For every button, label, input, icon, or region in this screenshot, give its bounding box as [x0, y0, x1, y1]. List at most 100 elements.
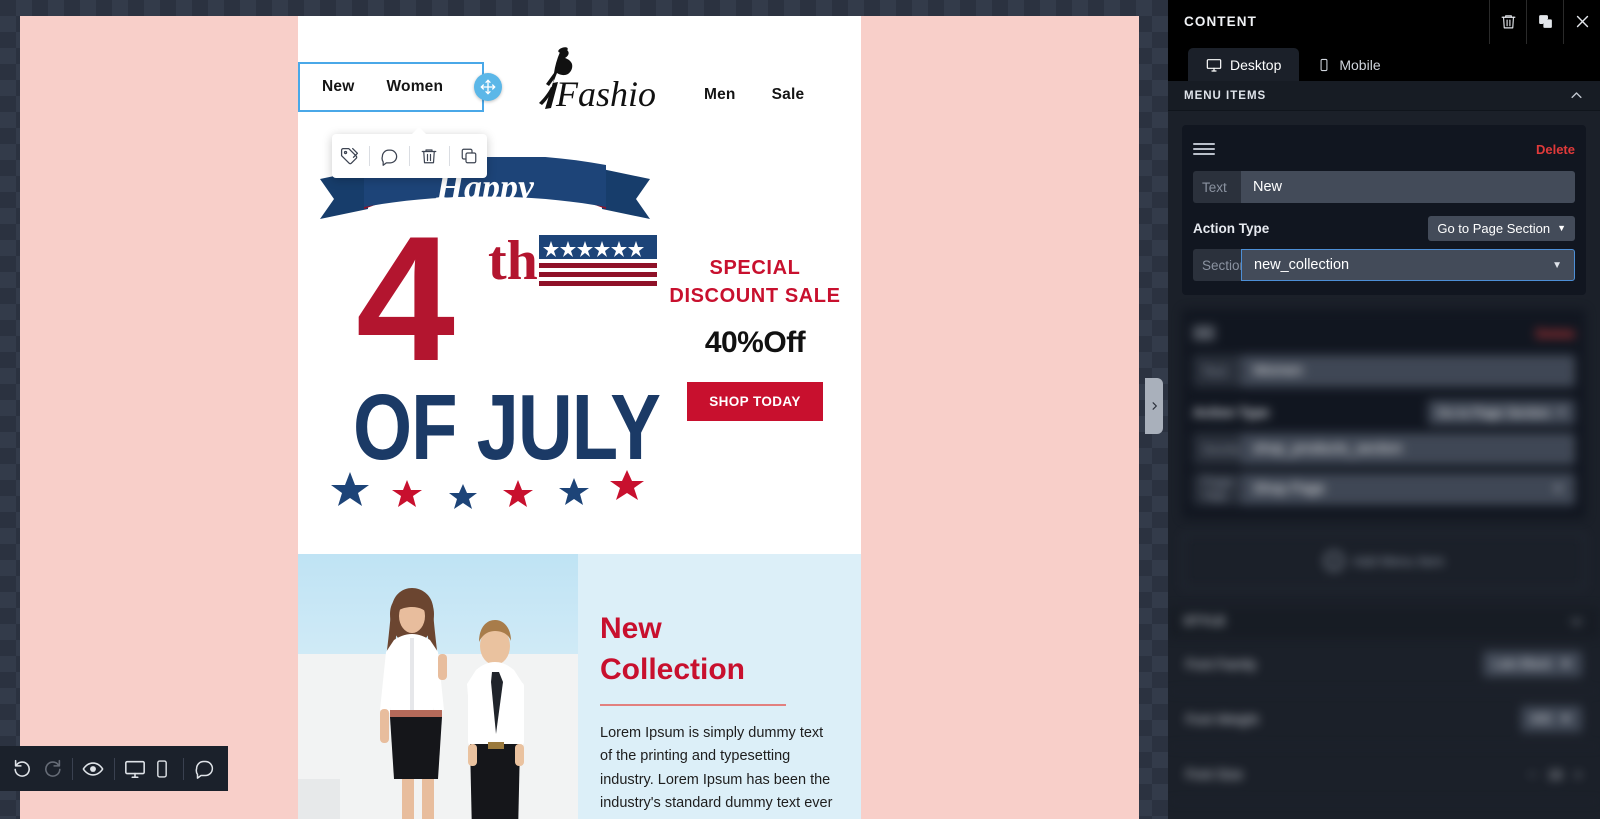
preview-eye-icon[interactable]: [81, 754, 104, 784]
collection-copy: New Collection Lorem Ipsum is simply dum…: [578, 554, 861, 819]
bottom-toolbar[interactable]: [0, 746, 228, 791]
font-family-dropdown[interactable]: Lato Black ▼: [1483, 651, 1582, 677]
mobile-icon: [1317, 58, 1331, 72]
us-flag-icon: [539, 235, 657, 290]
section-header-menu-items[interactable]: MENU ITEMS: [1168, 81, 1600, 111]
nav-link-women[interactable]: Women: [386, 78, 443, 96]
stars-decoration: [324, 470, 644, 510]
promo-block: SPECIAL DISCOUNT SALE 40%Off SHOP TODAY: [660, 257, 850, 421]
nav-right-group: Men Sale: [704, 86, 804, 104]
section-header-style[interactable]: STYLE: [1168, 607, 1600, 637]
tab-mobile[interactable]: Mobile: [1299, 48, 1398, 81]
nav-link-men[interactable]: Men: [704, 86, 736, 104]
duplicate-icon[interactable]: [453, 141, 485, 171]
comment-icon[interactable]: [193, 754, 216, 784]
panel-tabs[interactable]: Desktop Mobile: [1168, 44, 1600, 81]
shop-today-button[interactable]: SHOP TODAY: [687, 382, 823, 421]
menu-item-section-value: shop_products_section: [1253, 441, 1403, 457]
add-menu-item-button[interactable]: + Add Menu Item: [1182, 533, 1586, 589]
collection-body: Lorem Ipsum is simply dummy text of the …: [600, 725, 833, 819]
menu-item-page-title-select[interactable]: Shop Page ▼: [1241, 473, 1575, 505]
menu-item-section-select[interactable]: new_collection ▼: [1241, 249, 1575, 281]
collection-heading-line2: Collection: [600, 652, 746, 686]
promo-line-2: DISCOUNT SALE: [669, 285, 841, 307]
font-family-value: Lato Black: [1493, 657, 1552, 671]
panel-title: CONTENT: [1184, 14, 1257, 29]
delete-menu-item-link[interactable]: Delete: [1536, 142, 1575, 157]
menu-item-card-header: Delete: [1193, 135, 1575, 163]
hero-banner: Happy 4 th OF JULY SPECIAL DISCOUNT SALE…: [298, 147, 861, 554]
tab-desktop-label: Desktop: [1230, 56, 1282, 73]
desktop-icon: [1206, 57, 1222, 73]
toolbar-divider: [183, 757, 184, 780]
collection-heading-line1: New: [600, 612, 662, 645]
drag-handle-icon[interactable]: [1193, 327, 1215, 339]
menu-item-section-label: Section: [1193, 249, 1247, 281]
chevron-down-icon: ▼: [1553, 483, 1563, 495]
undo-icon[interactable]: [12, 754, 35, 784]
collection-rule: [600, 704, 786, 706]
chevron-down-icon: ▼: [1557, 223, 1566, 233]
tag-icon[interactable]: [334, 141, 366, 171]
nav-menu-element-selected[interactable]: New Women: [298, 62, 484, 112]
desktop-view-icon[interactable]: [123, 754, 146, 784]
chevron-down-icon[interactable]: [1569, 614, 1584, 629]
menu-item-page-title-field[interactable]: Page Title Shop Page ▼: [1193, 473, 1575, 505]
discount-amount: 40%Off: [704, 326, 806, 359]
action-type-value: Go to Page Section: [1437, 220, 1551, 236]
style-row-font-family[interactable]: Font Family Lato Black ▼: [1168, 637, 1600, 692]
redo-icon[interactable]: [39, 754, 62, 784]
chevron-right-icon[interactable]: [1145, 378, 1163, 434]
trash-icon[interactable]: [413, 141, 445, 171]
models-photo: [298, 554, 578, 819]
menu-item-card[interactable]: Delete Text New Action Type Go to Page S…: [1182, 125, 1586, 295]
tab-desktop[interactable]: Desktop: [1188, 48, 1300, 81]
close-icon[interactable]: [1563, 0, 1600, 44]
mobile-view-icon[interactable]: [151, 754, 174, 784]
panel-body[interactable]: Delete Text New Action Type Go to Page S…: [1168, 111, 1600, 819]
drag-handle-icon[interactable]: [1193, 143, 1215, 155]
comment-icon[interactable]: [374, 141, 406, 171]
menu-item-text-field[interactable]: Text New: [1193, 171, 1575, 203]
action-type-dropdown[interactable]: Go to Page Section ▼: [1428, 215, 1575, 241]
nav-link-sale[interactable]: Sale: [772, 86, 805, 104]
increment-icon[interactable]: +: [1574, 767, 1582, 782]
menu-item-text-field[interactable]: Text Women: [1193, 355, 1575, 387]
menu-item-section-select[interactable]: shop_products_section: [1241, 433, 1575, 465]
style-row-font-size[interactable]: Font Size − 16 +: [1168, 747, 1600, 802]
menu-item-section-field[interactable]: Section new_collection ▼: [1193, 249, 1575, 281]
move-icon[interactable]: [474, 73, 502, 101]
section-style[interactable]: STYLE Font Family Lato Black ▼ Font Weig…: [1168, 607, 1600, 802]
chevron-up-icon[interactable]: [1569, 88, 1584, 103]
menu-item-page-title-value: Shop Page: [1253, 481, 1325, 497]
toolbar-divider: [113, 757, 115, 780]
delete-menu-item-link[interactable]: Delete: [1536, 326, 1575, 341]
font-weight-value: 400: [1530, 712, 1552, 726]
site-header: New Women Fashio Men Sale: [298, 16, 861, 178]
decrement-icon[interactable]: −: [1528, 767, 1536, 782]
menu-item-text-input[interactable]: New: [1241, 171, 1575, 203]
font-size-stepper[interactable]: − 16 +: [1528, 767, 1582, 782]
action-type-label: Action Type: [1193, 404, 1270, 420]
delete-icon[interactable]: [1489, 0, 1526, 44]
menu-item-text-label: Text: [1193, 355, 1241, 387]
toolbar-divider: [369, 146, 371, 166]
collection-heading: New Collection: [600, 609, 837, 690]
font-weight-dropdown[interactable]: 400 ▼: [1520, 706, 1582, 732]
of-july-text: OF JULY: [353, 376, 661, 480]
element-toolbar[interactable]: [332, 127, 487, 178]
menu-item-text-input[interactable]: Women: [1241, 355, 1575, 387]
menu-item-card[interactable]: Delete Text Women Action Type Go to Page…: [1182, 309, 1586, 519]
action-type-label: Action Type: [1193, 220, 1270, 236]
toolbar-divider: [408, 146, 410, 166]
promo-line-1: SPECIAL: [709, 257, 801, 279]
chevron-down-icon: ▼: [1552, 259, 1562, 271]
page-canvas[interactable]: New Women Fashio Men Sale Happy 4 th OF …: [20, 16, 1139, 819]
nav-link-new[interactable]: New: [322, 78, 354, 96]
duplicate-icon[interactable]: [1526, 0, 1563, 44]
action-type-value: Go to Page Section: [1437, 404, 1551, 420]
style-row-font-weight[interactable]: Font Weight 400 ▼: [1168, 692, 1600, 747]
menu-item-section-label: Section: [1193, 433, 1247, 465]
action-type-dropdown[interactable]: Go to Page Section ▼: [1428, 399, 1575, 425]
menu-item-section-field[interactable]: Section shop_products_section: [1193, 433, 1575, 465]
